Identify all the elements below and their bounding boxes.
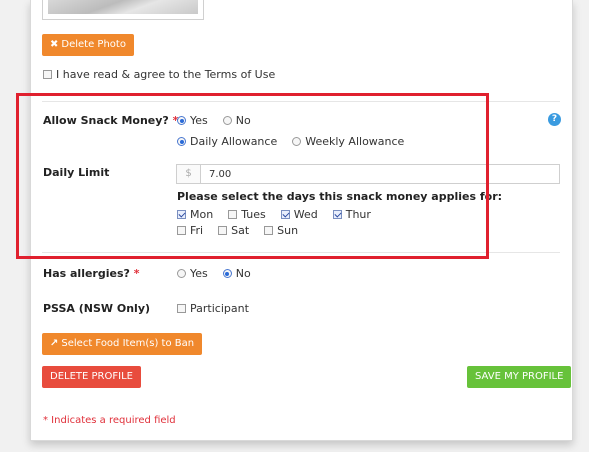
day-fri-checkbox[interactable] <box>177 226 186 235</box>
allergies-label: Has allergies? * <box>43 267 140 280</box>
photo-image <box>48 0 198 14</box>
snack-no-option[interactable]: No <box>222 114 251 127</box>
snack-money-label: Allow Snack Money? * <box>43 114 179 127</box>
day-sat-checkbox[interactable] <box>218 226 228 235</box>
pssa-label: PSSA (NSW Only) <box>43 302 151 315</box>
divider <box>42 101 560 102</box>
save-profile-button[interactable]: SAVE MY PROFILE <box>467 366 572 388</box>
terms-checkbox[interactable] <box>43 70 52 79</box>
allergies-group: Yes No <box>177 267 251 280</box>
day-wed-checkbox[interactable] <box>280 210 290 219</box>
day-tues-option[interactable]: Tues <box>228 208 266 221</box>
snack-yes-option[interactable]: Yes <box>177 114 208 127</box>
delete-profile-button[interactable]: DELETE PROFILE <box>42 366 141 388</box>
weekly-allowance-radio[interactable] <box>292 137 302 146</box>
days-row-2: Fri Sat Sun <box>177 224 298 237</box>
terms-row[interactable]: I have read & agree to the Terms of Use <box>43 68 275 81</box>
daily-limit-input[interactable] <box>201 165 559 183</box>
select-food-ban-button[interactable]: ↗ Select Food Item(s) to Ban <box>42 333 203 355</box>
day-tues-checkbox[interactable] <box>228 210 238 219</box>
day-fri-option[interactable]: Fri <box>177 224 203 237</box>
pssa-participant-checkbox[interactable] <box>177 304 186 313</box>
daily-limit-field: $ <box>176 164 560 184</box>
day-mon-checkbox[interactable] <box>177 210 186 219</box>
required-field-note: * Indicates a required field <box>43 415 176 426</box>
daily-allowance-option[interactable]: Daily Allowance <box>177 135 277 148</box>
allowance-type-group: Daily Allowance Weekly Allowance <box>177 135 404 148</box>
help-icon[interactable]: ? <box>548 113 561 126</box>
daily-allowance-radio[interactable] <box>177 137 186 146</box>
snack-yes-no-group: Yes No <box>177 114 251 127</box>
pssa-participant-option[interactable]: Participant <box>177 302 249 315</box>
day-sun-option[interactable]: Sun <box>264 224 298 237</box>
allergies-yes-option[interactable]: Yes <box>177 267 208 280</box>
allergies-yes-radio[interactable] <box>177 269 186 278</box>
day-sat-option[interactable]: Sat <box>218 224 249 237</box>
close-icon: ✖ <box>50 39 59 50</box>
days-row-1: Mon Tues Wed Thur <box>177 208 371 221</box>
allergies-no-radio[interactable] <box>222 269 232 278</box>
snack-yes-radio[interactable] <box>177 116 186 125</box>
day-thur-checkbox[interactable] <box>332 210 342 219</box>
daily-limit-label: Daily Limit <box>43 166 110 179</box>
divider <box>42 252 560 253</box>
day-mon-option[interactable]: Mon <box>177 208 213 221</box>
terms-label: I have read & agree to the Terms of Use <box>56 68 276 81</box>
external-link-icon: ↗ <box>50 338 59 349</box>
day-wed-option[interactable]: Wed <box>280 208 318 221</box>
weekly-allowance-option[interactable]: Weekly Allowance <box>292 135 404 148</box>
snack-no-radio[interactable] <box>222 116 232 125</box>
profile-photo <box>42 0 204 20</box>
days-prompt: Please select the days this snack money … <box>177 190 503 203</box>
day-thur-option[interactable]: Thur <box>332 208 371 221</box>
allergies-no-option[interactable]: No <box>222 267 251 280</box>
day-sun-checkbox[interactable] <box>264 226 274 235</box>
delete-photo-button[interactable]: ✖ Delete Photo <box>42 34 134 56</box>
currency-addon: $ <box>177 165 201 183</box>
